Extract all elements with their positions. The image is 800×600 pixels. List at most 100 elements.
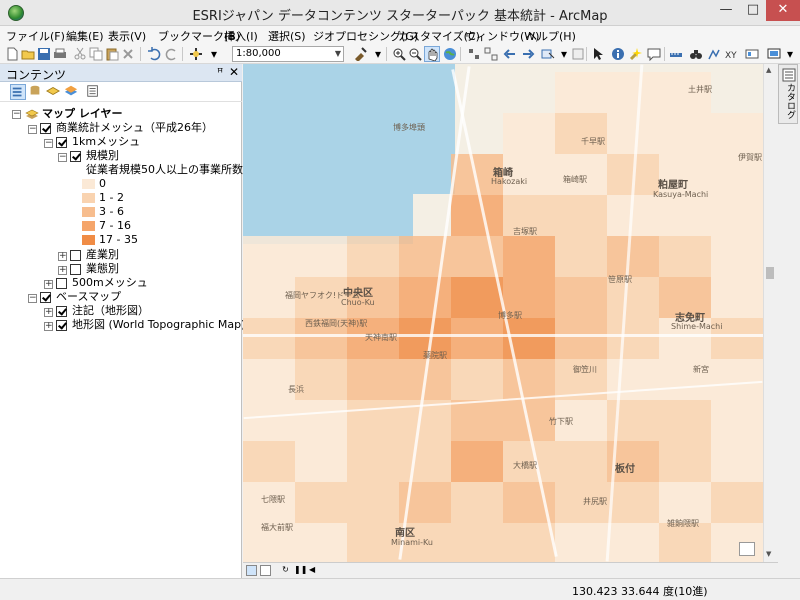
legend-swatch[interactable] bbox=[82, 207, 95, 217]
save-icon[interactable] bbox=[36, 46, 52, 62]
by-type-label[interactable]: 業態別 bbox=[86, 262, 119, 276]
by-scale-checkbox[interactable] bbox=[70, 151, 81, 162]
add-data-icon[interactable] bbox=[188, 46, 204, 62]
basemap-checkbox[interactable] bbox=[40, 292, 51, 303]
forward-arrow-icon[interactable] bbox=[520, 46, 536, 62]
expand-annotation-icon[interactable]: + bbox=[44, 308, 53, 317]
list-by-selection-icon[interactable] bbox=[64, 84, 80, 100]
fixed-zoom-in-icon[interactable] bbox=[466, 46, 482, 62]
mesh-cell bbox=[659, 482, 711, 523]
fixed-zoom-out-icon[interactable] bbox=[483, 46, 499, 62]
select-features-icon[interactable] bbox=[540, 46, 556, 62]
map-vertical-scrollbar[interactable]: ▲ ▼ bbox=[763, 64, 776, 562]
mesh-1km-checkbox[interactable] bbox=[56, 137, 67, 148]
menu-view[interactable]: 表示(V) bbox=[108, 28, 146, 44]
mesh-1km-label[interactable]: 1kmメッシュ bbox=[72, 135, 140, 149]
map-tips-icon[interactable] bbox=[739, 542, 755, 556]
legend-swatch[interactable] bbox=[82, 235, 95, 245]
expand-by-industry-icon[interactable]: + bbox=[58, 252, 67, 261]
commerce-mesh-label[interactable]: 商業統計メッシュ（平成26年） bbox=[56, 121, 213, 135]
toc-close-icon[interactable]: ✕ bbox=[229, 65, 239, 79]
commerce-mesh-checkbox[interactable] bbox=[40, 123, 51, 134]
html-popup-icon[interactable] bbox=[646, 46, 662, 62]
back-arrow-icon[interactable] bbox=[502, 46, 518, 62]
menu-insert[interactable]: 挿入(I) bbox=[224, 28, 258, 44]
by-industry-checkbox[interactable] bbox=[70, 250, 81, 261]
by-scale-label[interactable]: 規模別 bbox=[86, 149, 119, 163]
cut-icon[interactable] bbox=[72, 46, 88, 62]
layout-view-icon[interactable] bbox=[260, 565, 271, 576]
mesh-500m-checkbox[interactable] bbox=[56, 278, 67, 289]
print-icon[interactable] bbox=[52, 46, 68, 62]
add-data-dropdown-icon[interactable]: ▾ bbox=[206, 46, 222, 62]
pan-hand-icon[interactable] bbox=[424, 46, 440, 62]
list-by-drawing-order-icon[interactable] bbox=[10, 84, 26, 100]
topo-checkbox[interactable] bbox=[56, 320, 67, 331]
measure-icon[interactable] bbox=[668, 46, 684, 62]
zoom-out-icon[interactable] bbox=[407, 46, 423, 62]
map-canvas[interactable]: 博多埠頭 箱崎 Hakozaki 箱崎駅 吉塚駅 千早駅 土井駅 伊賀駅 粕屋町… bbox=[243, 64, 763, 562]
collapse-map-layers-icon[interactable]: − bbox=[12, 110, 21, 119]
close-button[interactable]: ✕ bbox=[766, 0, 800, 21]
undo-icon[interactable] bbox=[146, 46, 162, 62]
legend-swatch[interactable] bbox=[82, 221, 95, 231]
mesh-500m-label[interactable]: 500mメッシュ bbox=[72, 276, 148, 290]
scroll-down-icon[interactable]: ▼ bbox=[766, 550, 771, 558]
expand-topo-icon[interactable]: + bbox=[44, 322, 53, 331]
collapse-1km-mesh-icon[interactable]: − bbox=[44, 139, 53, 148]
annotation-checkbox[interactable] bbox=[56, 306, 67, 317]
scroll-left-icon[interactable]: ◀ bbox=[309, 565, 315, 574]
refresh-icon[interactable]: ↻ bbox=[280, 565, 291, 576]
layout-view-icon[interactable] bbox=[766, 46, 782, 62]
collapse-by-scale-icon[interactable]: − bbox=[58, 153, 67, 162]
chevron-down-icon[interactable]: ▼ bbox=[335, 47, 341, 61]
by-industry-label[interactable]: 産業別 bbox=[86, 248, 119, 262]
toolbar-options-icon[interactable]: ▾ bbox=[370, 46, 386, 62]
by-type-checkbox[interactable] bbox=[70, 264, 81, 275]
find-binoculars-icon[interactable] bbox=[688, 46, 704, 62]
scroll-thumb[interactable] bbox=[766, 267, 774, 279]
new-document-icon[interactable] bbox=[4, 46, 20, 62]
menu-edit[interactable]: 編集(E) bbox=[66, 28, 104, 44]
maximize-button[interactable]: □ bbox=[740, 0, 766, 21]
expand-500m-mesh-icon[interactable]: + bbox=[44, 280, 53, 289]
data-view-icon[interactable] bbox=[246, 565, 257, 576]
legend-swatch[interactable] bbox=[82, 179, 95, 189]
full-extent-globe-icon[interactable] bbox=[442, 46, 458, 62]
paste-icon[interactable] bbox=[104, 46, 120, 62]
toc-options-icon[interactable] bbox=[86, 84, 102, 100]
catalog-side-tab[interactable]: カタログ bbox=[778, 64, 798, 124]
legend-swatch[interactable] bbox=[82, 193, 95, 203]
list-by-source-icon[interactable] bbox=[28, 84, 44, 100]
zoom-in-icon[interactable] bbox=[391, 46, 407, 62]
basemap-label[interactable]: ベースマップ bbox=[56, 290, 121, 304]
go-to-xy-icon[interactable]: XY bbox=[724, 46, 740, 62]
map-layers-label[interactable]: マップ レイヤー bbox=[42, 107, 123, 121]
scroll-up-icon[interactable]: ▲ bbox=[766, 66, 771, 74]
identify-info-icon[interactable] bbox=[610, 46, 626, 62]
hyperlink-icon[interactable] bbox=[628, 46, 644, 62]
pin-icon[interactable]: ꟸ bbox=[217, 66, 223, 79]
collapse-commerce-mesh-icon[interactable]: − bbox=[28, 125, 37, 134]
collapse-basemap-icon[interactable]: − bbox=[28, 294, 37, 303]
redo-icon[interactable] bbox=[164, 46, 180, 62]
expand-by-type-icon[interactable]: + bbox=[58, 266, 67, 275]
menu-help[interactable]: ヘルプ(H) bbox=[526, 28, 576, 44]
topo-label[interactable]: 地形図 (World Topographic Map) bbox=[72, 318, 245, 332]
open-folder-icon[interactable] bbox=[20, 46, 36, 62]
find-route-icon[interactable] bbox=[706, 46, 722, 62]
toolbar-overflow-icon[interactable]: ▾ bbox=[782, 46, 798, 62]
copy-icon[interactable] bbox=[88, 46, 104, 62]
menu-file[interactable]: ファイル(F) bbox=[6, 28, 65, 44]
delete-icon[interactable] bbox=[120, 46, 136, 62]
pause-drawing-icon[interactable]: ❚❚ bbox=[294, 565, 307, 576]
map-scale-combobox[interactable]: 1:80,000 ▼ bbox=[232, 46, 344, 62]
editor-toolbar-icon[interactable] bbox=[352, 46, 368, 62]
select-elements-arrow-icon[interactable] bbox=[590, 46, 606, 62]
open-time-slider-icon[interactable] bbox=[744, 46, 760, 62]
annotation-label[interactable]: 注記（地形図） bbox=[72, 304, 149, 318]
list-by-visibility-icon[interactable] bbox=[45, 84, 62, 100]
clear-selection-icon[interactable] bbox=[570, 46, 586, 62]
menu-select[interactable]: 選択(S) bbox=[268, 28, 306, 44]
minimize-button[interactable]: — bbox=[712, 0, 740, 21]
